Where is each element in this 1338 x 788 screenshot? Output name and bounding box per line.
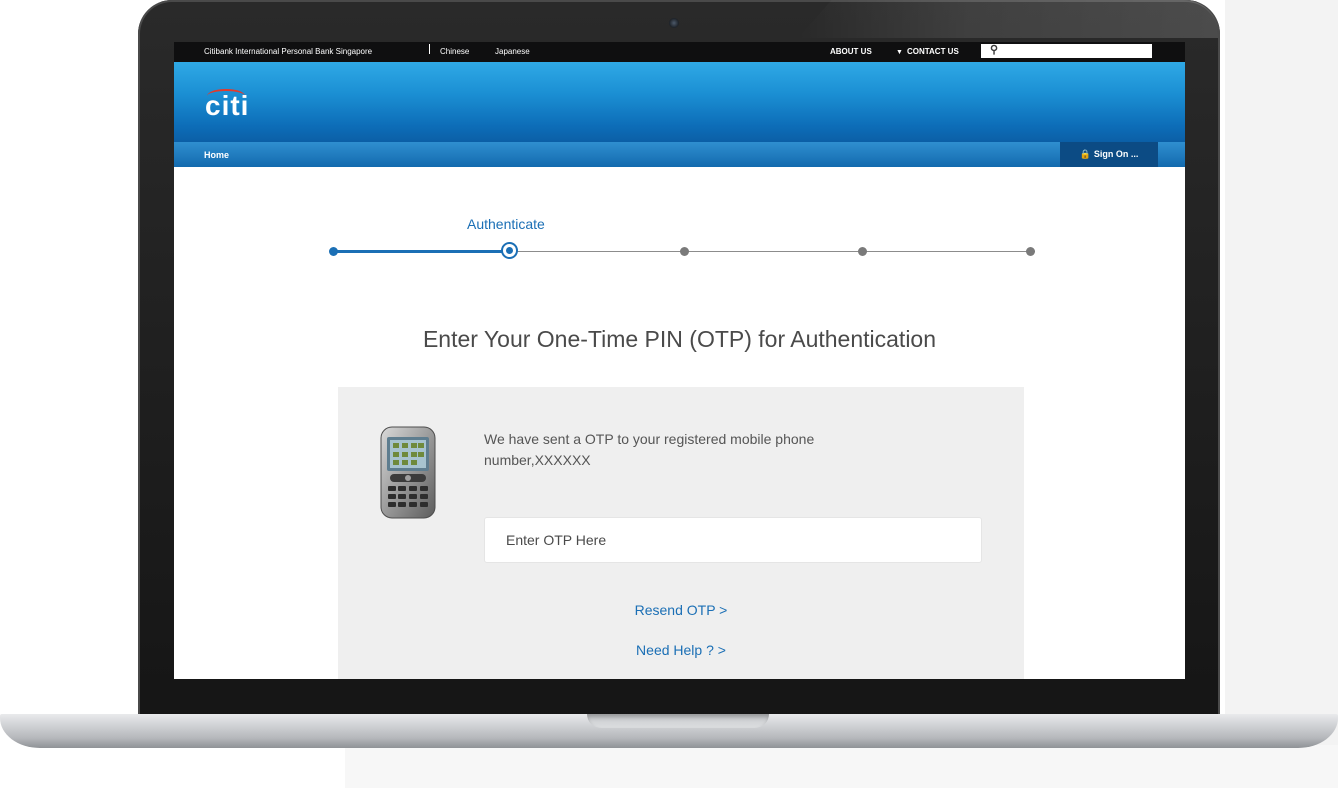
main-navbar: Home 🔒 Sign On ... <box>174 142 1185 167</box>
top-utility-bar: Citibank International Personal Bank Sin… <box>174 42 1185 62</box>
search-input[interactable]: ⚲ <box>981 44 1152 58</box>
progress-step-4 <box>858 247 867 256</box>
otp-card: We have sent a OTP to your registered mo… <box>338 387 1024 679</box>
resend-otp-link[interactable]: Resend OTP > <box>338 602 1024 618</box>
progress-step-1 <box>329 247 338 256</box>
page-title: Enter Your One-Time PIN (OTP) for Authen… <box>422 326 937 352</box>
language-japanese[interactable]: Japanese <box>495 47 530 56</box>
about-us-link[interactable]: ABOUT US <box>830 47 872 56</box>
search-icon[interactable]: ⚲ <box>990 43 998 56</box>
camera-icon <box>669 18 679 28</box>
brand-header: citi <box>174 62 1185 142</box>
otp-sent-message: We have sent a OTP to your registered mo… <box>484 431 815 468</box>
divider <box>429 44 430 54</box>
laptop-hinge-notch <box>587 714 769 728</box>
contact-us-label: CONTACT US <box>906 47 959 56</box>
lid-glare <box>798 0 1218 38</box>
mobile-phone-icon <box>380 426 436 519</box>
nav-home[interactable]: Home <box>204 150 229 160</box>
citi-logo[interactable]: citi <box>205 90 249 122</box>
browser-screen: Citibank International Personal Bank Sin… <box>174 42 1185 679</box>
sign-on-button[interactable]: 🔒 Sign On ... <box>1060 142 1158 167</box>
sign-on-label: Sign On ... <box>1093 149 1139 159</box>
otp-input[interactable] <box>484 517 982 563</box>
need-help-link[interactable]: Need Help ? > <box>338 642 1024 658</box>
background-floor <box>345 745 1338 788</box>
progress-step-label: Authenticate <box>467 216 545 232</box>
contact-us-link[interactable]: ▼ CONTACT US <box>896 47 959 56</box>
triangle-down-icon: ▼ <box>896 49 903 56</box>
progress-step-2-current <box>501 242 518 259</box>
progress-step-5 <box>1026 247 1035 256</box>
progress-track-completed <box>333 250 511 253</box>
background-panel <box>1225 0 1338 788</box>
progress-step-3 <box>680 247 689 256</box>
language-chinese[interactable]: Chinese <box>440 47 469 56</box>
lock-icon: 🔒 <box>1079 149 1091 159</box>
site-name[interactable]: Citibank International Personal Bank Sin… <box>204 47 372 56</box>
